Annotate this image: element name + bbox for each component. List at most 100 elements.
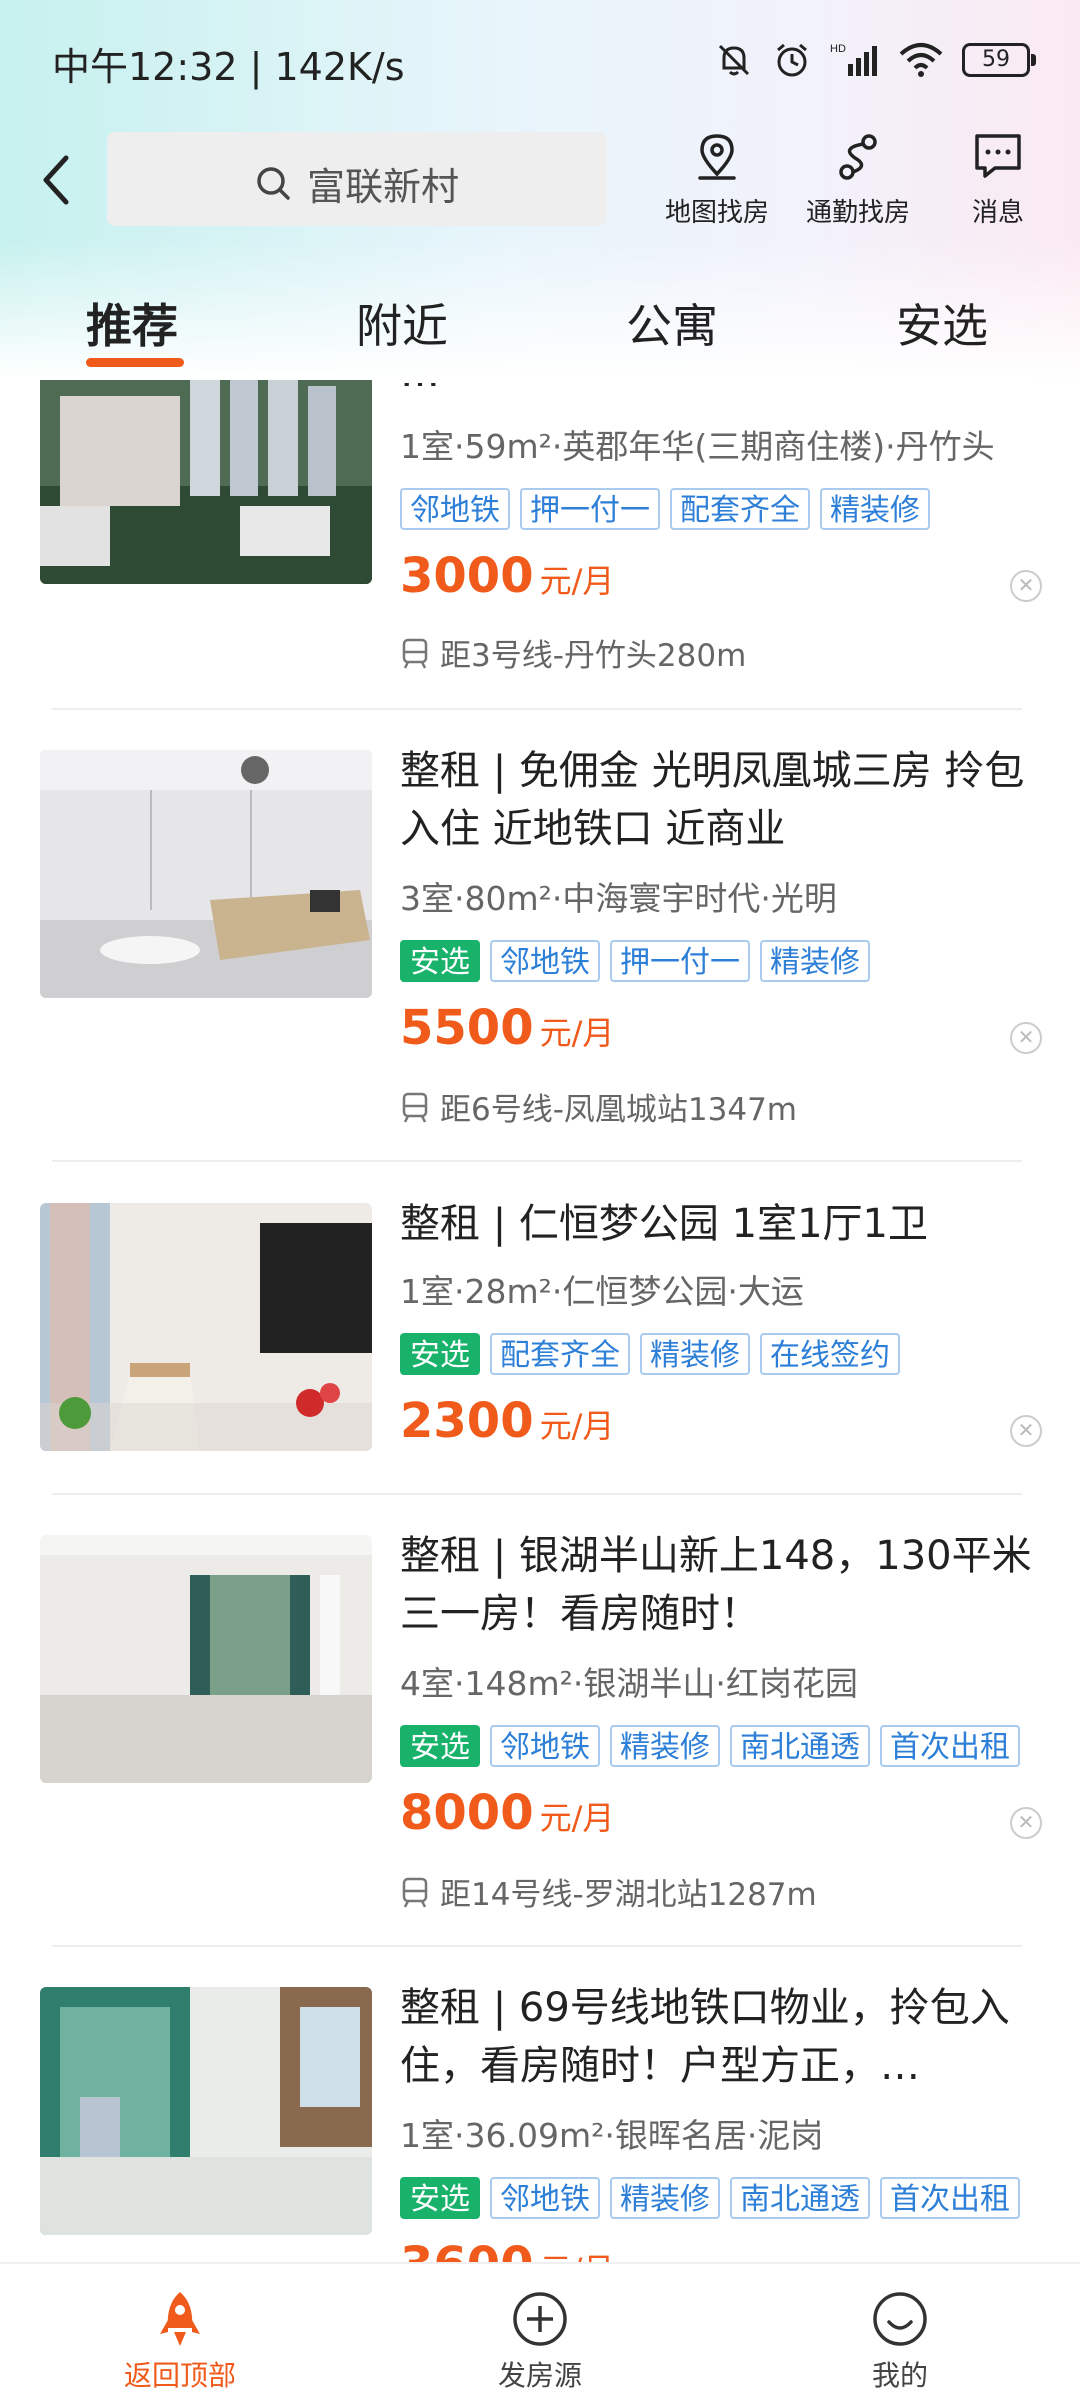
listing-meta: 1室·59m²·英郡年华(三期商住楼)·丹竹头 <box>400 427 995 466</box>
listing-price: 2300 元/月 <box>400 1393 614 1449</box>
messages-button[interactable]: 消息 <box>933 130 1063 229</box>
plus-circle-icon <box>513 2292 567 2346</box>
tag: 精装修 <box>820 488 930 530</box>
listing-subway: 距14号线-罗湖北站1287m <box>400 1869 817 1914</box>
price-unit: 元/月 <box>539 1799 615 1837</box>
listing-title[interactable]: 整租 | 仁恒梦公园 1室1厅1卫 <box>400 1195 1040 1253</box>
map-pin-icon <box>698 134 736 180</box>
back-to-top-label: 返回顶部 <box>123 2359 236 2392</box>
tab-nearby[interactable]: 附近 <box>356 290 448 356</box>
listing-title[interactable]: … <box>400 380 1040 386</box>
listing-price: 3000 元/月 <box>400 548 614 604</box>
listing-photo[interactable] <box>40 1535 372 1783</box>
listing-meta: 1室·36.09m²·银晖名居·泥岗 <box>400 2116 824 2155</box>
commute-search-button[interactable]: 通勤找房 <box>793 130 923 229</box>
listing-title[interactable]: 整租 | 免佣金 光明凤凰城三房 拎包入住 近地铁口 近商业 <box>400 742 1040 858</box>
subway-distance: 距14号线-罗湖北站1287m <box>440 1877 817 1913</box>
tag: 精装修 <box>640 1333 750 1375</box>
tag: 配套齐全 <box>670 488 810 530</box>
listing-price: 3600 元/月 <box>400 2237 614 2262</box>
listing-price: 8000 元/月 <box>400 1785 614 1841</box>
dislike-close-icon[interactable]: ✕ <box>1010 1415 1042 1447</box>
dislike-close-icon[interactable]: ✕ <box>1010 1807 1042 1839</box>
anxuan-badge: 安选 <box>400 1333 480 1375</box>
post-listing-label: 发房源 <box>497 2359 582 2392</box>
anxuan-badge: 安选 <box>400 2177 480 2219</box>
tag: 邻地铁 <box>490 1725 600 1767</box>
message-icon <box>975 134 1021 178</box>
divider <box>52 1945 1022 1947</box>
me-button[interactable]: 我的 <box>810 2290 990 2394</box>
wifi-icon <box>899 43 943 77</box>
rocket-icon <box>160 2292 200 2346</box>
listing-meta: 4室·148m²·银湖半山·红岗花园 <box>400 1664 858 1703</box>
tag: 首次出租 <box>880 1725 1020 1767</box>
post-listing-button[interactable]: 发房源 <box>450 2290 630 2394</box>
listing-tags: 安选 邻地铁 押一付一 精装修 <box>400 940 870 982</box>
mute-bell-icon <box>718 44 750 76</box>
listing-title[interactable]: 整租 | 银湖半山新上148，130平米三一房！看房随时！ <box>400 1527 1040 1643</box>
price-value: 8000 <box>400 1785 534 1841</box>
search-icon <box>257 167 290 200</box>
listing-meta: 1室·28m²·仁恒梦公园·大运 <box>400 1272 804 1311</box>
price-value: 3600 <box>400 2237 534 2262</box>
price-unit: 元/月 <box>540 2251 615 2262</box>
tag: 配套齐全 <box>490 1333 630 1375</box>
back-to-top-button[interactable]: 返回顶部 <box>90 2290 270 2394</box>
tag: 精装修 <box>610 2177 720 2219</box>
svg-text:HD: HD <box>830 43 846 55</box>
smiley-icon <box>873 2292 927 2346</box>
anxuan-badge: 安选 <box>400 940 480 982</box>
listing-photo[interactable] <box>40 380 372 584</box>
listing-tags: 邻地铁 押一付一 配套齐全 精装修 <box>400 488 930 530</box>
tab-apartment[interactable]: 公寓 <box>626 290 718 356</box>
divider <box>52 1493 1022 1495</box>
tag: 邻地铁 <box>490 2177 600 2219</box>
tab-anxuan[interactable]: 安选 <box>896 290 988 356</box>
map-search-button[interactable]: 地图找房 <box>652 130 782 229</box>
alarm-icon <box>777 43 807 77</box>
price-unit: 元/月 <box>539 1407 615 1445</box>
dislike-close-icon[interactable]: ✕ <box>1010 570 1042 602</box>
listing-photo[interactable] <box>40 1203 372 1451</box>
tab-recommend[interactable]: 推荐 <box>86 290 178 356</box>
messages-label: 消息 <box>971 198 1024 228</box>
subway-distance: 距6号线-凤凰城站1347m <box>440 1092 797 1128</box>
tag: 在线签约 <box>760 1333 900 1375</box>
price-value: 2300 <box>400 1393 534 1449</box>
listing-tags: 安选 邻地铁 精装修 南北通透 首次出租 <box>400 2177 1020 2219</box>
status-time: 中午12:32 | 142K/s <box>52 45 405 89</box>
subway-icon <box>402 1877 428 1908</box>
listing-tags: 安选 配套齐全 精装修 在线签约 <box>400 1333 900 1375</box>
bottom-nav: 返回顶部 发房源 我的 <box>0 2262 1080 2402</box>
listing-meta: 3室·80m²·中海寰宇时代·光明 <box>400 879 837 918</box>
listing-feed[interactable]: … 1室·59m²·英郡年华(三期商住楼)·丹竹头 邻地铁 押一付一 配套齐全 … <box>0 380 1080 2262</box>
tag: 精装修 <box>760 940 870 982</box>
tag: 押一付一 <box>520 488 660 530</box>
subway-icon <box>402 638 428 669</box>
tag: 南北通透 <box>730 1725 870 1767</box>
anxuan-badge: 安选 <box>400 1725 480 1767</box>
dislike-close-icon[interactable]: ✕ <box>1010 1022 1042 1054</box>
tag: 南北通透 <box>730 2177 870 2219</box>
me-label: 我的 <box>871 2359 928 2392</box>
map-search-label: 地图找房 <box>664 198 769 228</box>
listing-photo[interactable] <box>40 1987 372 2235</box>
price-value: 5500 <box>400 1000 534 1056</box>
tag: 邻地铁 <box>490 940 600 982</box>
price-value: 3000 <box>400 548 534 604</box>
commute-search-label: 通勤找房 <box>805 198 910 228</box>
subway-icon <box>402 1092 428 1123</box>
back-button[interactable] <box>36 150 76 210</box>
subway-distance: 距3号线-丹竹头280m <box>440 638 747 674</box>
signal-icon: HD <box>830 43 877 76</box>
active-tab-indicator <box>86 358 184 367</box>
tag: 押一付一 <box>610 940 750 982</box>
listing-title[interactable]: 整租 | 69号线地铁口物业，拎包入住，看房随时！户型方正，… <box>400 1979 1040 2095</box>
listing-photo[interactable] <box>40 750 372 998</box>
tag: 精装修 <box>610 1725 720 1767</box>
route-icon <box>839 134 877 180</box>
tag: 首次出租 <box>880 2177 1020 2219</box>
listing-subway: 距3号线-丹竹头280m <box>400 630 746 675</box>
search-input[interactable]: 富联新村 <box>107 132 607 226</box>
